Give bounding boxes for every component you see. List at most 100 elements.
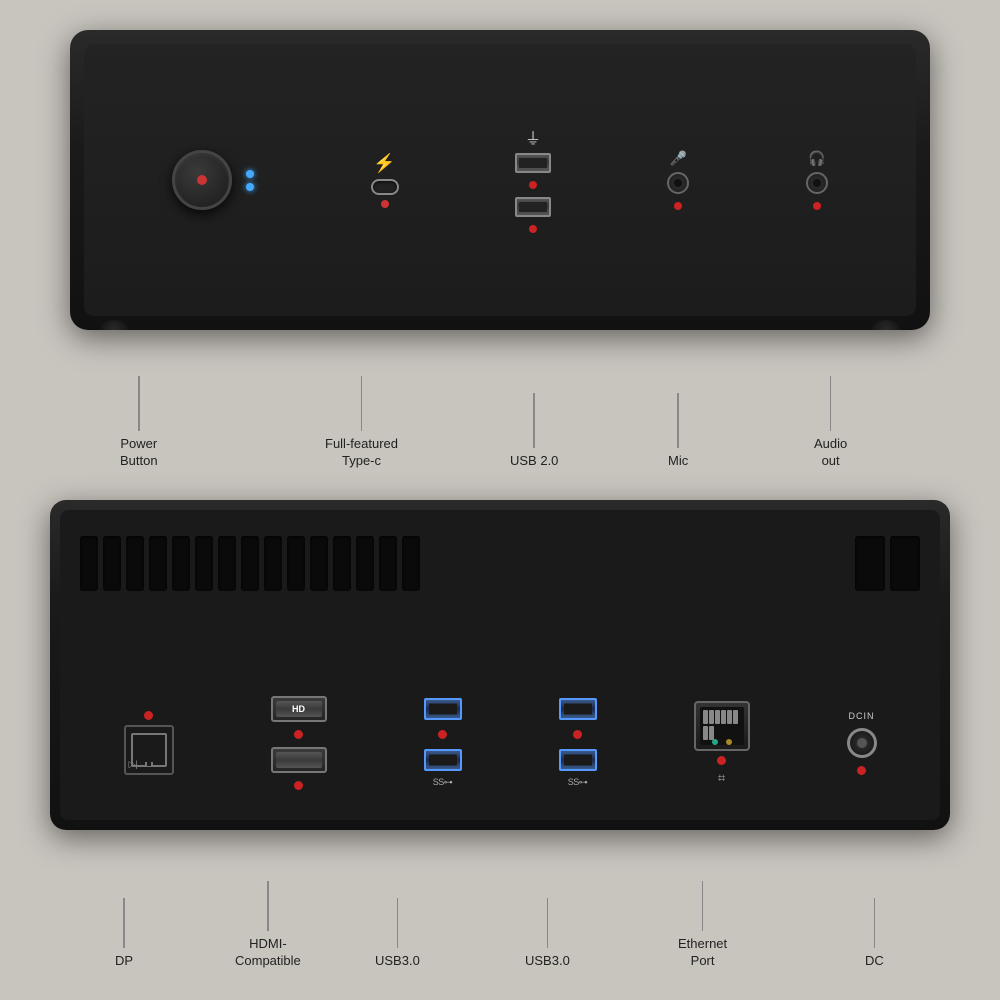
dc-port[interactable] (847, 728, 877, 758)
led-indicators (246, 170, 254, 191)
usb30-right-label-line (547, 898, 549, 948)
hdmi-label-line (267, 881, 269, 931)
audio-out-jack-inner (813, 179, 821, 187)
usb3-right-inner-1 (564, 704, 592, 715)
audio-out-jack[interactable] (806, 172, 828, 194)
usb30-right-label: USB3.0 (525, 898, 570, 970)
eth-leds (712, 739, 732, 745)
ports-bottom-row: ▷| HD (80, 696, 920, 790)
usba-port-2[interactable] (515, 197, 551, 217)
mic-label: Mic (668, 393, 688, 470)
usb3-left-dot (438, 730, 447, 739)
usba-stack (515, 153, 551, 235)
power-button[interactable] (172, 150, 232, 210)
mic-jack-inner (674, 179, 682, 187)
hdmi-dot (294, 730, 303, 739)
foot-top-right (872, 320, 900, 330)
usb3-right-inner-2 (564, 755, 592, 766)
vent-7 (218, 536, 236, 591)
vent-10 (287, 536, 305, 591)
usba-section: ⏚ (515, 125, 551, 235)
hdmi-label-container: HDMI-Compatible (235, 881, 301, 970)
vent-13 (356, 536, 374, 591)
usb3-right-stack (559, 698, 597, 771)
eth-pin-5 (727, 710, 732, 724)
usbc-port-section: ⚡ (371, 153, 399, 208)
usba-inner-2 (519, 202, 547, 212)
vent-r2 (890, 536, 920, 591)
vent-8 (241, 536, 259, 591)
usba-dot-2 (529, 225, 537, 233)
hdmi-label-text: HDMI-Compatible (235, 935, 301, 970)
usb3-right-port-2[interactable] (559, 749, 597, 771)
vent-12 (333, 536, 351, 591)
ethernet-port[interactable] (694, 701, 750, 751)
mic-label-line (677, 393, 679, 448)
vent-4 (149, 536, 167, 591)
mic-section: 🎤 (667, 150, 689, 210)
dp-port[interactable]: ▷| (124, 725, 174, 775)
usb3-left-port-2[interactable] (424, 749, 462, 771)
ethernet-label-container: EthernetPort (678, 881, 727, 970)
dp-dot (144, 711, 153, 720)
eth-pin-2 (709, 710, 714, 724)
usbc-dot (381, 200, 389, 208)
mic-icon: 🎤 (670, 150, 687, 167)
vent-group-right (855, 536, 920, 591)
vent-3 (126, 536, 144, 591)
audio-out-section: 🎧 (806, 150, 828, 210)
usb3-left-port-1[interactable] (424, 698, 462, 720)
headphone-icon: 🎧 (808, 150, 825, 167)
device-bottom-inner: ▷| HD (60, 510, 940, 820)
dp-label: DP (115, 898, 133, 970)
eth-pin-4 (721, 710, 726, 724)
usbc-connector[interactable] (371, 179, 399, 195)
vent-r1 (855, 536, 885, 591)
dp-label-line (123, 898, 125, 948)
ethernet-section: ⌗ (694, 701, 750, 786)
mic-label-text: Mic (668, 452, 688, 470)
mic-jack[interactable] (667, 172, 689, 194)
usb3-right-section: SS⊶ (559, 698, 597, 788)
vent-9 (264, 536, 282, 591)
dc-section: DCIN (847, 711, 877, 775)
vent-1 (80, 536, 98, 591)
audio-out-label: Audioout (814, 376, 847, 470)
dp-notch (145, 762, 153, 766)
ethernet-label-text: EthernetPort (678, 935, 727, 970)
hdmi-dot-2 (294, 781, 303, 790)
usb30-left-label-line (397, 898, 399, 948)
usba-dot (529, 181, 537, 189)
usb20-label-line (533, 393, 535, 448)
usba-port-1[interactable] (515, 153, 551, 173)
vent-14 (379, 536, 397, 591)
usb20-label-text: USB 2.0 (510, 452, 558, 470)
typec-label-text: Full-featuredType-c (325, 435, 398, 470)
eth-led-amber (726, 739, 732, 745)
eth-pin-3 (715, 710, 720, 724)
ss-right-symbol: SS⊶ (568, 777, 588, 788)
dcin-label: DCIN (849, 711, 875, 721)
power-section (172, 150, 254, 210)
led-2 (246, 183, 254, 191)
typec-label-line (361, 376, 363, 431)
usb3-left-inner-1 (429, 704, 457, 715)
hdmi-port-2[interactable] (271, 747, 327, 773)
power-dot (197, 175, 207, 185)
eth-led-green (712, 739, 718, 745)
power-label-text: PowerButton (120, 435, 158, 470)
led-1 (246, 170, 254, 178)
audio-out-label-text: Audioout (814, 435, 847, 470)
ss-left-symbol: SS⊶ (433, 777, 453, 788)
usb3-right-port-1[interactable] (559, 698, 597, 720)
device-top: ⚡ ⏚ (70, 30, 930, 330)
usb3-right-dot (573, 730, 582, 739)
hdmi-section: HD (271, 696, 327, 790)
device-top-inner: ⚡ ⏚ (84, 44, 916, 316)
ethernet-label-line (702, 881, 704, 931)
power-label: PowerButton (120, 376, 158, 470)
usba-inner-1 (519, 158, 547, 168)
hdmi-port-1[interactable]: HD (271, 696, 327, 722)
device-bottom: ▷| HD (50, 500, 950, 830)
vent-5 (172, 536, 190, 591)
